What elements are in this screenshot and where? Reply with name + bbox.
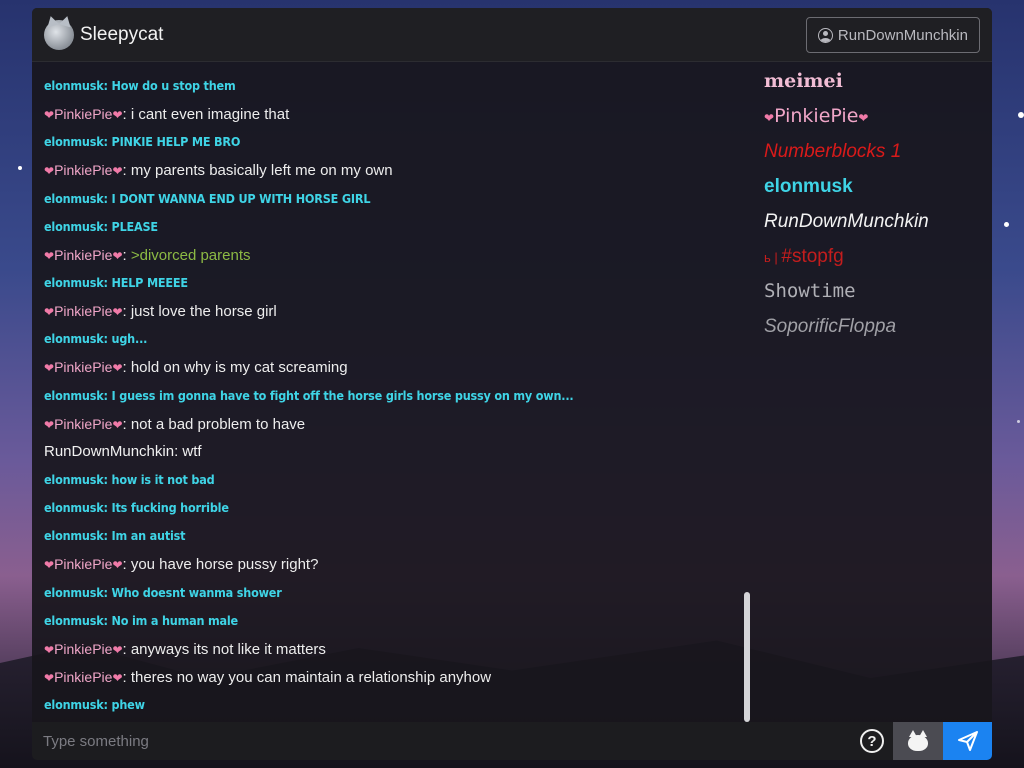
chat-message: elonmusk: Who doesnt wanma shower xyxy=(44,584,282,600)
message-text: : hold on why is my cat screaming xyxy=(122,359,348,377)
chat-message: elonmusk: PLEASE xyxy=(44,218,158,234)
message-separator: : xyxy=(122,246,131,264)
user-account-label: RunDownMunchkin xyxy=(837,26,968,44)
chat-message: ❤PinkiePie❤: just love the horse girl xyxy=(44,297,752,325)
cat-emote-button[interactable] xyxy=(893,722,943,760)
message-author: PinkiePie xyxy=(54,556,113,573)
chat-message: elonmusk: HELP MEEEE xyxy=(44,274,188,290)
chat-message: elonmusk: Its fucking horrible xyxy=(44,500,229,516)
user-item-rundownmunchkin[interactable]: RunDownMunchkin xyxy=(764,204,989,239)
user-item-numberblocks[interactable]: Numberblocks 1 xyxy=(764,134,989,169)
heart-icon: ❤ xyxy=(112,670,123,685)
user-item-stopfg[interactable]: ь | #stopfg xyxy=(764,239,989,274)
user-item-showtime[interactable]: Showtime xyxy=(764,274,989,309)
help-button[interactable]: ? xyxy=(860,729,884,753)
header: Sleepycat RunDownMunchkin xyxy=(32,8,992,62)
send-button[interactable] xyxy=(943,722,992,760)
heart-icon: ❤ xyxy=(112,642,123,657)
heart-icon: ❤ xyxy=(44,417,55,432)
chat-message: elonmusk: PINKIE HELP ME BRO xyxy=(44,134,241,150)
message-text: : i cant even imagine that xyxy=(122,106,290,124)
message-author: PinkiePie xyxy=(54,106,113,123)
chat-message: elonmusk: No im a human male xyxy=(44,612,238,628)
chat-message: elonmusk: ugh... xyxy=(44,331,148,347)
chat-message: ❤PinkiePie❤: theres no way you can maint… xyxy=(44,663,752,691)
heart-icon: ❤ xyxy=(44,670,55,685)
user-item-pinkiepie[interactable]: ❤PinkiePie❤ xyxy=(764,99,989,134)
heart-icon: ❤ xyxy=(44,305,55,320)
online-users-list: meimei ❤PinkiePie❤ Numberblocks 1 elonmu… xyxy=(764,64,989,344)
message-text: : not a bad problem to have xyxy=(122,415,306,433)
message-input[interactable] xyxy=(32,722,860,760)
chat-message: ❤PinkiePie❤: you have horse pussy right? xyxy=(44,550,752,578)
chat-scrollbar-thumb[interactable] xyxy=(744,592,750,722)
chat-message: ❤PinkiePie❤: my parents basically left m… xyxy=(44,156,752,184)
chat-message: elonmusk: phew xyxy=(44,697,145,713)
heart-icon: ❤ xyxy=(764,111,775,125)
message-author: PinkiePie xyxy=(54,246,113,263)
message-author: PinkiePie xyxy=(54,668,113,685)
message-author: PinkiePie xyxy=(54,640,113,657)
user-circle-icon xyxy=(817,27,833,43)
heart-icon: ❤ xyxy=(44,558,55,573)
heart-icon: ❤ xyxy=(44,642,55,657)
message-input-bar: ? xyxy=(32,722,992,760)
message-author: PinkiePie xyxy=(54,162,113,179)
chat-message: elonmusk: Im an autist xyxy=(44,528,186,544)
message-text: : theres no way you can maintain a relat… xyxy=(122,668,492,686)
heart-icon: ❤ xyxy=(112,248,123,263)
heart-icon: ❤ xyxy=(112,305,123,320)
message-text: : you have horse pussy right? xyxy=(122,556,319,574)
message-author: PinkiePie xyxy=(54,359,113,376)
heart-icon: ❤ xyxy=(112,417,123,432)
chat-message: ❤PinkiePie❤: >divorced parents xyxy=(44,241,752,269)
heart-icon: ❤ xyxy=(44,248,55,263)
message-author: PinkiePie xyxy=(54,415,113,432)
message-author: PinkiePie xyxy=(54,303,113,320)
user-item-soporificfloppa[interactable]: SoporificFloppa xyxy=(764,309,989,344)
message-text: : my parents basically left me on my own xyxy=(122,162,393,180)
heart-icon: ❤ xyxy=(858,111,869,125)
message-text: : just love the horse girl xyxy=(122,303,277,321)
chat-messages[interactable]: elonmusk: How do u stop them ❤PinkiePie❤:… xyxy=(32,72,752,732)
chat-message: ❤PinkiePie❤: i cant even imagine that xyxy=(44,100,752,128)
chat-message: ❤PinkiePie❤: anyways its not like it mat… xyxy=(44,635,752,663)
paper-plane-icon xyxy=(957,731,978,751)
heart-icon: ❤ xyxy=(112,164,123,179)
message-text: >divorced parents xyxy=(130,246,251,264)
chat-message: elonmusk: how is it not bad xyxy=(44,471,215,487)
user-account-button[interactable]: RunDownMunchkin xyxy=(805,17,980,53)
heart-icon: ❤ xyxy=(112,361,123,376)
cat-icon xyxy=(908,729,928,751)
chat-message: ❤PinkiePie❤: hold on why is my cat screa… xyxy=(44,353,752,381)
user-item-elonmusk[interactable]: elonmusk xyxy=(764,169,989,204)
chat-message: elonmusk: How do u stop them xyxy=(44,78,236,93)
user-item-meimei[interactable]: meimei xyxy=(764,64,989,99)
heart-icon: ❤ xyxy=(112,558,123,573)
chat-message: ❤PinkiePie❤: not a bad problem to have xyxy=(44,410,752,438)
cat-logo-icon xyxy=(44,19,74,50)
chat-message: elonmusk: I guess im gonna have to fight… xyxy=(44,387,574,403)
heart-icon: ❤ xyxy=(44,108,55,123)
chat-message: elonmusk: I DONT WANNA END UP WITH HORSE… xyxy=(44,190,371,206)
chat-message: RunDownMunchkin: wtf xyxy=(44,442,202,460)
heart-icon: ❤ xyxy=(44,361,55,376)
chat-window: Sleepycat RunDownMunchkin elonmusk: How … xyxy=(32,8,992,760)
message-list: elonmusk: How do u stop them ❤PinkiePie❤:… xyxy=(44,72,752,719)
app-title: Sleepycat xyxy=(80,23,164,45)
heart-icon: ❤ xyxy=(112,108,123,123)
heart-icon: ❤ xyxy=(44,164,55,179)
message-text: : anyways its not like it matters xyxy=(122,640,326,658)
